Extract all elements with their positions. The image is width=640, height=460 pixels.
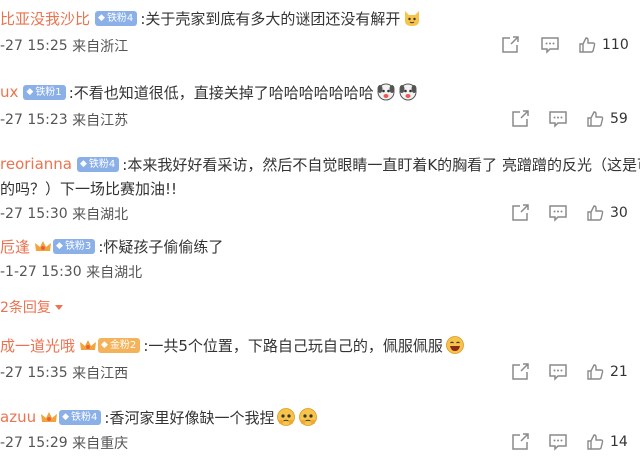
like-button[interactable]: 59: [586, 110, 628, 128]
comment-location: 来自江苏: [72, 113, 129, 129]
dog-emoji-icon: [399, 83, 417, 101]
fan-badge[interactable]: ◆ 铁粉4: [76, 156, 120, 172]
comment-button[interactable]: [548, 204, 568, 222]
badge-label: 铁粉4: [88, 158, 116, 170]
comment-location: 来自江西: [72, 366, 129, 382]
comment-text: :一共5个位置，下路自己玩自己的，佩服佩服: [143, 336, 443, 355]
like-button[interactable]: 21: [586, 363, 628, 381]
comment-button[interactable]: [548, 363, 568, 381]
comment-text: :不看也知道很低，直接关掉了哈哈哈哈哈哈哈: [68, 83, 374, 102]
like-count: 21: [610, 364, 628, 380]
fan-badge[interactable]: ◆ 金粉2: [98, 337, 141, 353]
diamond-icon: ◆: [101, 339, 108, 350]
pleading-emoji-icon: [277, 408, 296, 426]
pleading-emoji-icon: [299, 408, 318, 426]
like-count: 59: [610, 111, 628, 127]
share-button[interactable]: [510, 110, 530, 128]
diamond-icon: ◆: [62, 411, 70, 422]
diamond-icon: ◆: [79, 158, 87, 169]
like-icon: [587, 111, 604, 127]
comment-button[interactable]: [548, 110, 568, 128]
commenter-name[interactable]: ux: [0, 83, 18, 101]
share-button[interactable]: [510, 433, 530, 451]
comment-button[interactable]: [548, 433, 568, 451]
comment-location: 来自重庆: [72, 436, 129, 452]
like-count: 110: [602, 37, 629, 53]
diamond-icon: ◆: [98, 12, 105, 23]
like-button[interactable]: 14: [586, 433, 628, 451]
share-icon: [512, 363, 529, 380]
commenter-name[interactable]: 成一道光哦: [0, 335, 75, 356]
more-replies-link[interactable]: 2条回复: [0, 297, 63, 317]
comment-location: 来自湖北: [86, 265, 143, 281]
share-icon: [512, 433, 529, 450]
comment-icon: [549, 434, 567, 451]
commenter-name[interactable]: azuu: [0, 408, 36, 426]
comment-text: :本来我好好看采访，然后不自觉眼睛一直盯着K的胸看了 亮蹭蹭的反光（这是可: [122, 155, 640, 174]
badge-label: 铁粉4: [106, 12, 134, 24]
share-icon: [512, 204, 529, 221]
badge-label: 金粉2: [109, 339, 137, 351]
diamond-icon: ◆: [56, 240, 63, 251]
commenter-name[interactable]: 比亚没我沙比: [0, 8, 90, 29]
badge-label: 铁粉1: [35, 86, 62, 98]
comment-time: -27 15:35: [0, 365, 68, 381]
share-button[interactable]: [500, 36, 520, 54]
crown-icon: [80, 339, 97, 350]
share-icon: [502, 36, 519, 53]
badge-label: 铁粉3: [64, 240, 92, 252]
more-replies-label: 2条回复: [0, 300, 51, 316]
comment-button[interactable]: [540, 36, 560, 54]
fan-badge[interactable]: ◆ 铁粉1: [23, 84, 66, 100]
laughing-emoji-icon: [446, 336, 464, 354]
comment-icon: [541, 37, 559, 54]
comment-location: 来自湖北: [72, 207, 129, 223]
comment-icon: [549, 364, 567, 381]
commenter-name[interactable]: reorianna: [0, 155, 72, 173]
commenter-name[interactable]: 卮逢: [0, 236, 30, 257]
like-icon: [587, 205, 604, 221]
like-icon: [579, 37, 596, 53]
comment-text-continued: 的吗？）下一场比赛加油!!: [0, 179, 178, 198]
fan-badge[interactable]: ◆ 铁粉3: [53, 238, 96, 254]
badge-label: 铁粉4: [71, 411, 98, 423]
comment-text: :关于壳家到底有多大的谜团还没有解开: [140, 9, 401, 28]
cat-emoji-icon: [405, 11, 420, 26]
comment-time: -27 15:30: [0, 206, 68, 222]
like-icon: [587, 434, 604, 450]
comment-icon: [549, 205, 567, 222]
comment-time: -1-27 15:30: [0, 264, 82, 280]
fan-badge[interactable]: ◆ 铁粉4: [95, 10, 138, 26]
fan-badge[interactable]: ◆ 铁粉4: [59, 409, 102, 425]
diamond-icon: ◆: [26, 86, 34, 97]
like-count: 30: [610, 205, 628, 221]
share-button[interactable]: [510, 204, 530, 222]
comment-text: :香河家里好像缺一个我捏: [104, 408, 275, 427]
like-button[interactable]: 110: [578, 36, 629, 54]
like-count: 14: [610, 434, 628, 450]
share-button[interactable]: [510, 363, 530, 381]
comment-time: -27 15:29: [0, 435, 68, 451]
crown-icon: [35, 240, 52, 251]
comment-time: -27 15:25: [0, 38, 68, 54]
share-icon: [512, 110, 529, 127]
like-icon: [587, 364, 604, 380]
comment-time: -27 15:23: [0, 112, 68, 128]
like-button[interactable]: 30: [586, 204, 628, 222]
chevron-down-icon: [54, 304, 63, 310]
comment-icon: [549, 111, 567, 128]
crown-icon: [41, 411, 58, 422]
dog-emoji-icon: [377, 83, 395, 101]
comment-text: :怀疑孩子偷偷练了: [98, 237, 224, 256]
comment-location: 来自浙江: [72, 39, 129, 55]
